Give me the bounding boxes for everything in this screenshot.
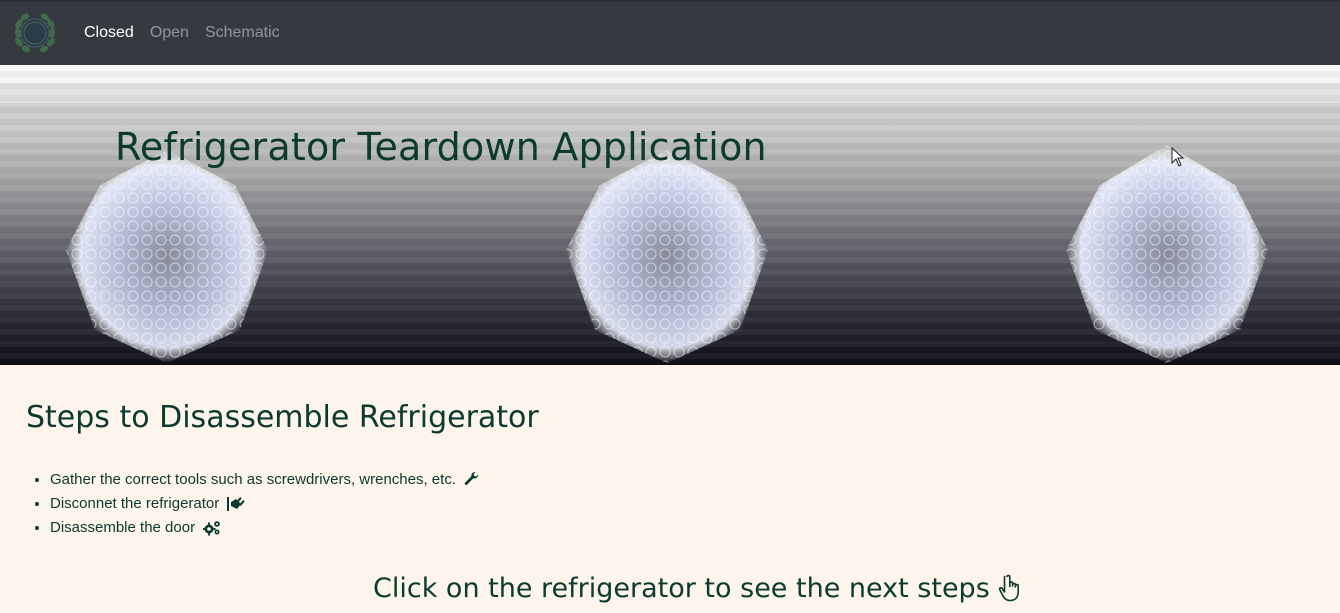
nav-link-open[interactable]: Open bbox=[150, 24, 189, 42]
steps-list: Gather the correct tools such as screwdr… bbox=[26, 470, 480, 542]
plug-icon bbox=[227, 497, 246, 512]
step-text: Disconnet the refrigerator bbox=[50, 495, 220, 512]
ice-crystal-images bbox=[66, 145, 1268, 363]
gears-icon bbox=[203, 521, 221, 536]
list-item: Gather the correct tools such as screwdr… bbox=[50, 470, 480, 494]
ice-crystal-left bbox=[66, 150, 268, 363]
steps-heading: Steps to Disassemble Refrigerator bbox=[26, 400, 539, 435]
cta-text: Click on the refrigerator to see the nex… bbox=[373, 573, 990, 604]
navbar: Closed Open Schematic bbox=[0, 0, 1340, 65]
nav-links: Closed Open Schematic bbox=[84, 0, 280, 65]
step-text: Disassemble the door bbox=[50, 519, 196, 536]
mouse-cursor-icon bbox=[1171, 147, 1185, 167]
nav-link-closed[interactable]: Closed bbox=[84, 24, 134, 42]
next-steps-prompt: Click on the refrigerator to see the nex… bbox=[373, 573, 1026, 604]
list-item: Disassemble the door bbox=[50, 518, 480, 542]
step-text: Gather the correct tools such as screwdr… bbox=[50, 471, 456, 488]
ice-crystal-center bbox=[566, 150, 768, 363]
hand-pointer-icon bbox=[998, 574, 1019, 601]
hero-banner: Refrigerator Teardown Application bbox=[0, 65, 1340, 365]
laurel-wreath-logo[interactable] bbox=[10, 11, 60, 55]
list-item: Disconnet the refrigerator bbox=[50, 494, 480, 518]
nav-link-schematic[interactable]: Schematic bbox=[205, 24, 280, 42]
ice-crystal-right bbox=[1066, 145, 1268, 363]
wrench-icon bbox=[464, 472, 479, 485]
page-title: Refrigerator Teardown Application bbox=[115, 125, 767, 169]
